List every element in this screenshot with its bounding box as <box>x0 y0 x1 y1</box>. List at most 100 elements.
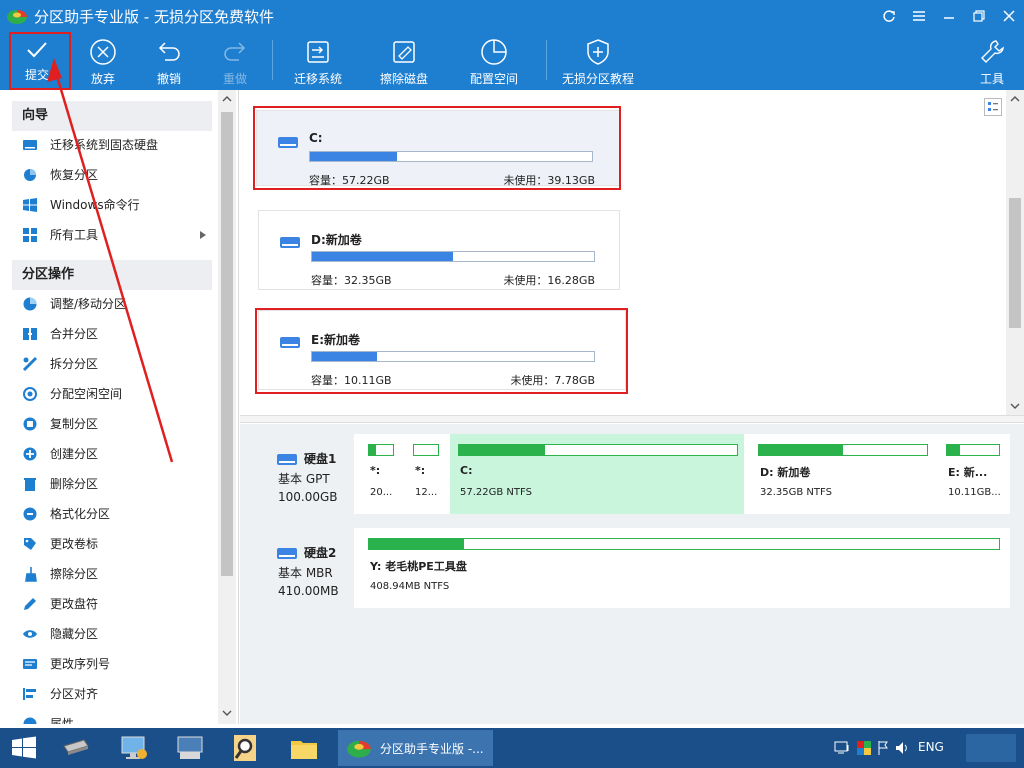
hard-disk-icon <box>277 454 297 465</box>
sidebar-item-delete-partition[interactable]: 删除分区 <box>22 472 98 496</box>
partition-label: Y: 老毛桃PE工具盘 <box>370 560 467 573</box>
search-tool-icon[interactable] <box>230 732 262 764</box>
minimize-icon[interactable] <box>934 0 964 32</box>
file-explorer-icon[interactable] <box>288 732 320 764</box>
sidebar-scroll-thumb[interactable] <box>221 112 233 576</box>
taskbar-app-partition-assistant[interactable]: 分区助手专业版 -... <box>338 730 493 766</box>
sidebar-item-align-partition[interactable]: 分区对齐 <box>22 682 98 706</box>
sidebar-scrollbar[interactable] <box>218 90 236 724</box>
sidebar-item-restore-partition[interactable]: 恢复分区 <box>22 163 98 187</box>
partition-block[interactable]: E: 新... 10.11GB... <box>938 434 1008 514</box>
sidebar-item-format-partition[interactable]: 格式化分区 <box>22 502 110 526</box>
sidebar-item-copy-partition[interactable]: 复制分区 <box>22 412 98 436</box>
app-logo-icon <box>347 740 371 758</box>
color-palette-icon[interactable] <box>856 740 872 756</box>
sidebar-item-change-serial[interactable]: 更改序列号 <box>22 652 110 676</box>
config-space-button[interactable]: 配置空间 <box>462 32 526 90</box>
undo-button[interactable]: 撤销 <box>144 32 194 90</box>
copy-partition-icon <box>23 417 37 431</box>
tag-icon <box>24 538 36 550</box>
config-label: 配置空间 <box>469 72 518 86</box>
sidebar-item-change-drive-letter[interactable]: 更改盘符 <box>22 592 98 616</box>
disk-map: 硬盘1 基本 GPT 100.00GB *: 20... *: 12... C:… <box>240 424 1024 724</box>
title-bar: 分区助手专业版 - 无损分区免费软件 <box>0 0 1024 32</box>
volume-usage-fill <box>312 252 453 261</box>
close-icon[interactable] <box>994 0 1024 32</box>
properties-icon <box>23 717 37 724</box>
refresh-icon[interactable] <box>874 0 904 32</box>
sidebar-item-label: 创建分区 <box>50 447 99 461</box>
partition-ops-header: 分区操作 <box>12 260 212 290</box>
volume-pane-scrollbar[interactable] <box>1006 90 1024 415</box>
sidebar-item-all-tools[interactable]: 所有工具 <box>22 223 210 247</box>
pane-splitter[interactable] <box>240 415 1024 423</box>
view-toggle-icon[interactable] <box>984 98 1002 116</box>
speaker-icon[interactable] <box>894 740 910 756</box>
highlight-box-c <box>253 106 621 190</box>
partition-block[interactable]: D: 新加卷 32.35GB NTFS <box>750 434 932 514</box>
volume-usage-bar <box>311 251 595 262</box>
sidebar-item-label: 复制分区 <box>50 417 99 431</box>
partition-info: 32.35GB NTFS <box>760 487 832 498</box>
scroll-down-icon[interactable] <box>1010 403 1020 409</box>
partition-info: 408.94MB NTFS <box>370 581 450 592</box>
disk-row-1[interactable]: 硬盘1 基本 GPT 100.00GB *: 20... *: 12... C:… <box>254 434 1010 514</box>
sidebar-item-label: 更改盘符 <box>50 597 99 611</box>
windows-logo-icon <box>23 198 37 212</box>
wrench-icon <box>981 40 1004 63</box>
scroll-up-icon[interactable] <box>222 96 232 102</box>
taskbar-app-title: 分区助手专业版 -... <box>380 742 484 756</box>
partition-usage-bar <box>946 444 1000 456</box>
input-language[interactable]: ENG <box>918 740 944 754</box>
scroll-down-icon[interactable] <box>222 710 232 716</box>
migrate-system-button[interactable]: 迁移系统 <box>286 32 350 90</box>
menu-icon[interactable] <box>904 0 934 32</box>
device-manager-icon[interactable] <box>174 732 206 764</box>
volume-scroll-thumb[interactable] <box>1009 198 1021 328</box>
redo-button[interactable]: 重做 <box>210 32 260 90</box>
sidebar-item-label: 删除分区 <box>50 477 99 491</box>
sidebar-item-label: 分配空闲空间 <box>50 387 123 401</box>
partition-usage-bar <box>413 444 439 456</box>
partition-block[interactable]: Y: 老毛桃PE工具盘 408.94MB NTFS <box>360 528 1008 608</box>
sidebar-item-allocate-space[interactable]: 分配空闲空间 <box>22 382 122 406</box>
partition-block[interactable]: *: 12... <box>405 434 445 514</box>
sidebar-item-resize-partition[interactable]: 调整/移动分区 <box>22 292 126 316</box>
memory-chip-icon[interactable] <box>60 732 92 764</box>
redo-icon <box>224 42 246 61</box>
sidebar-item-create-partition[interactable]: 创建分区 <box>22 442 98 466</box>
network-icon[interactable] <box>834 741 852 755</box>
tools-button[interactable]: 工具 <box>968 32 1016 90</box>
computer-icon[interactable] <box>118 732 150 764</box>
partition-block-selected[interactable]: C: 57.22GB NTFS <box>450 434 744 514</box>
tutorial-button[interactable]: 无损分区教程 <box>556 32 640 90</box>
flag-icon[interactable] <box>878 740 888 756</box>
sidebar-item-label: 调整/移动分区 <box>50 297 127 311</box>
sidebar-item-change-label[interactable]: 更改卷标 <box>22 532 98 556</box>
sidebar-item-label: 拆分分区 <box>50 357 99 371</box>
restore-icon[interactable] <box>964 0 994 32</box>
align-icon <box>23 688 36 700</box>
volume-card-d[interactable]: D:新加卷 容量：32.35GB 未使用：16.28GB <box>258 210 620 290</box>
disk-type: 基本 GPT <box>278 472 330 486</box>
sidebar-item-split-partition[interactable]: 拆分分区 <box>22 352 98 376</box>
migrate-label: 迁移系统 <box>293 72 342 86</box>
scroll-up-icon[interactable] <box>1010 96 1020 102</box>
partition-block[interactable]: *: 20... <box>360 434 400 514</box>
sidebar-item-migrate-ssd[interactable]: 迁移系统到固态硬盘 <box>22 133 158 157</box>
start-button-icon[interactable] <box>8 732 40 764</box>
undo-label: 撤销 <box>156 72 181 86</box>
partition-label: C: <box>460 464 473 477</box>
partition-info: 20... <box>370 487 393 498</box>
sidebar-item-windows-cmd[interactable]: Windows命令行 <box>22 193 140 217</box>
sidebar-item-hide-partition[interactable]: 隐藏分区 <box>22 622 98 646</box>
sidebar-item-wipe-partition[interactable]: 擦除分区 <box>22 562 98 586</box>
sidebar-item-merge-partition[interactable]: 合并分区 <box>22 322 98 346</box>
discard-button[interactable]: 放弃 <box>78 32 128 90</box>
sidebar-item-properties[interactable]: 属性 <box>22 712 74 724</box>
disk-row-2[interactable]: 硬盘2 基本 MBR 410.00MB Y: 老毛桃PE工具盘 408.94MB… <box>254 528 1010 608</box>
clock-area[interactable] <box>966 734 1016 762</box>
allocate-space-icon <box>23 387 37 401</box>
wipe-disk-button[interactable]: 擦除磁盘 <box>372 32 436 90</box>
all-tools-icon <box>23 228 37 242</box>
